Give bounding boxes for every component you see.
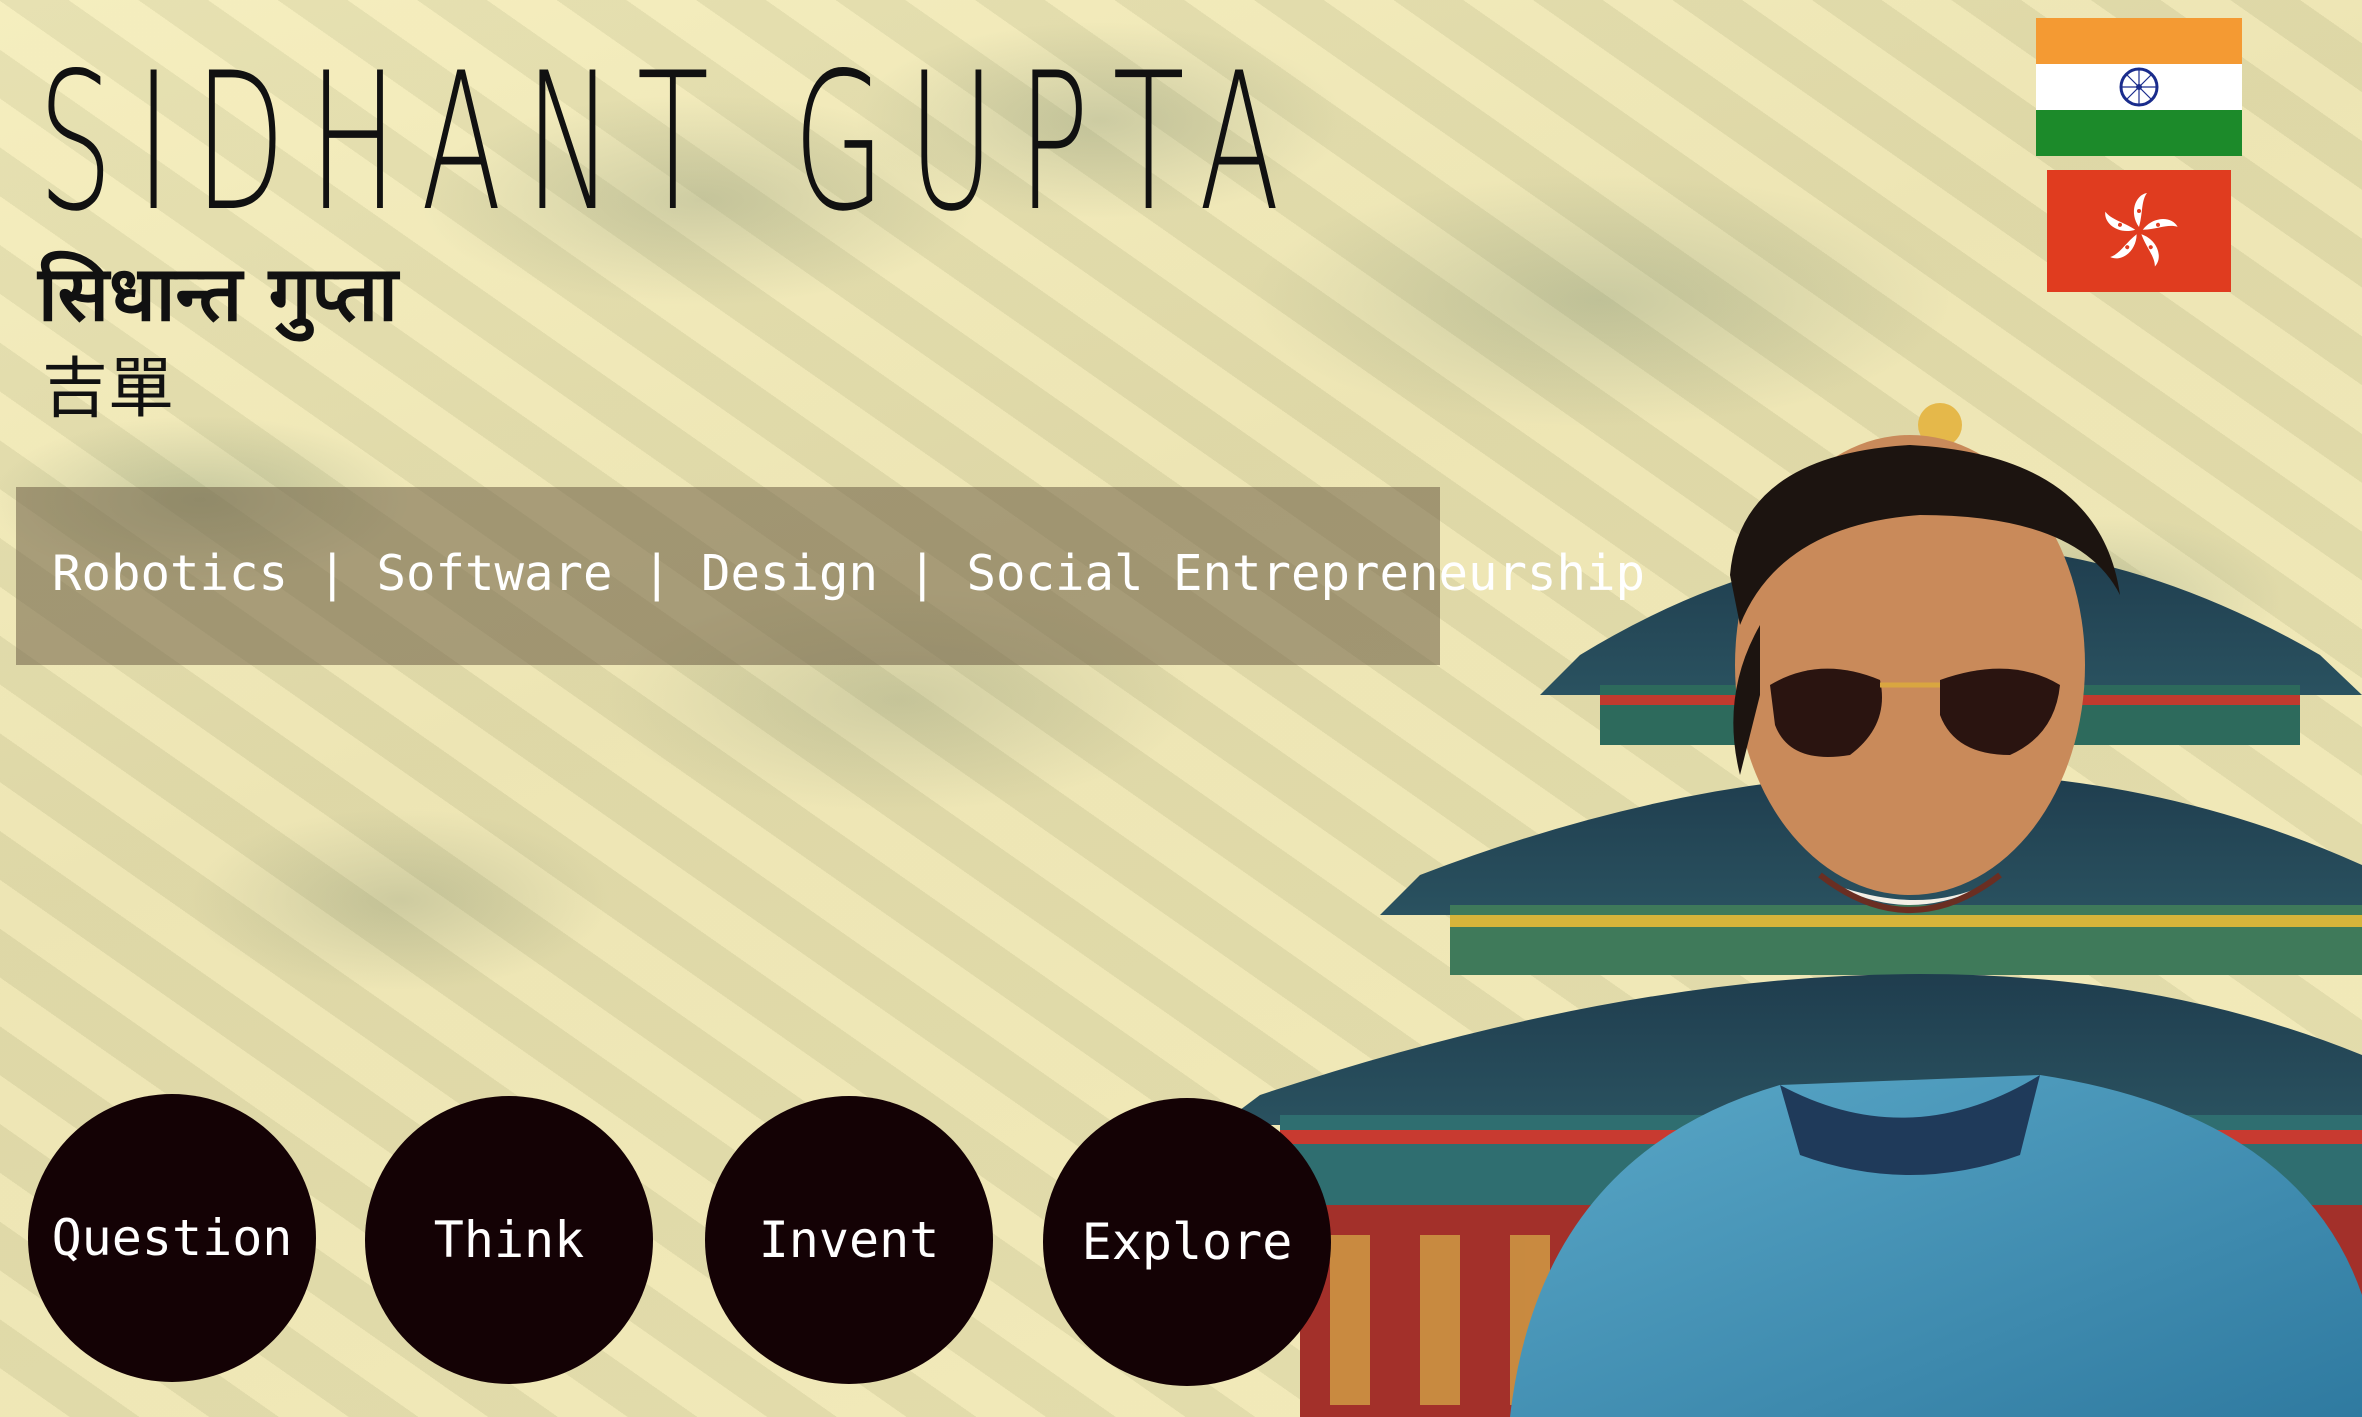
invent-button[interactable]: Invent — [705, 1096, 993, 1384]
portrait-photo — [1220, 403, 2362, 1417]
page-title: SIDHANT GUPTA — [38, 32, 1304, 253]
name-hindi: सिधान्त गुप्ता — [38, 249, 398, 338]
name-chinese: 吉單 — [42, 350, 174, 427]
hong-kong-flag-icon[interactable] — [2047, 170, 2231, 292]
india-flag-icon[interactable] — [2036, 18, 2242, 156]
explore-button[interactable]: Explore — [1043, 1098, 1331, 1386]
question-button[interactable]: Question — [28, 1094, 316, 1382]
think-button[interactable]: Think — [365, 1096, 653, 1384]
